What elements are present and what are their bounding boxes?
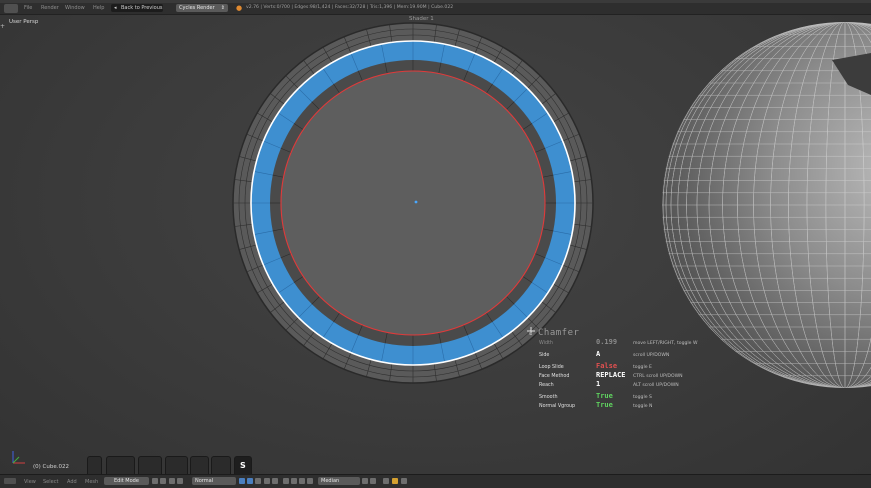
snap-element-icon[interactable]: [272, 478, 278, 484]
back-to-previous-button[interactable]: ◂ Back to Previous: [111, 4, 163, 12]
chamfer-operator-panel: ▸ Chamfer Width 0.199 move LEFT/RIGHT, tog…: [528, 327, 708, 417]
render-preview-icon[interactable]: [383, 478, 389, 484]
menu-select[interactable]: Select: [43, 479, 58, 485]
operator-row-hint: toggle N: [633, 404, 653, 409]
blender-icon: ●: [236, 4, 243, 12]
collapse-icon[interactable]: ▸: [529, 330, 532, 337]
object-label: (0) Cube.022: [33, 464, 69, 470]
scene-stats: v2.76 | Verts:0/700 | Edges:98/1,424 | F…: [246, 5, 454, 10]
menu-view[interactable]: View: [24, 479, 36, 485]
face-select-icon[interactable]: [255, 478, 261, 484]
operator-row-hint: toggle E: [633, 365, 652, 370]
toolbox-s-label: S: [240, 461, 246, 470]
pivot-icon[interactable]: [169, 478, 175, 484]
dropdown-arrow-icon: ⇕: [220, 5, 225, 11]
snap-target-icon[interactable]: [370, 478, 376, 484]
occlude-icon[interactable]: [264, 478, 270, 484]
back-to-previous-label: Back to Previous: [121, 5, 163, 11]
menu-add[interactable]: Add: [67, 479, 77, 485]
menu-help[interactable]: Help: [93, 5, 104, 11]
operator-row: Width 0.199 move LEFT/RIGHT, toggle W: [539, 338, 698, 346]
operator-row-label: Loop Slide: [539, 365, 564, 370]
render-engine-label: Cycles Render: [179, 5, 215, 11]
shading-icon[interactable]: [152, 478, 158, 484]
operator-row-label: Smooth: [539, 395, 558, 400]
operator-row-value: 0.199: [596, 338, 618, 346]
operator-row-label: Side: [539, 353, 550, 358]
menu-mesh[interactable]: Mesh: [85, 479, 98, 485]
back-icon: ◂: [114, 5, 117, 11]
inner-face-seam: [280, 70, 546, 336]
operator-row-label: Normal Vgroup: [539, 404, 576, 409]
layer-icon[interactable]: [299, 478, 305, 484]
operator-row-label: Width: [539, 341, 553, 346]
operator-row-hint: scroll UP/DOWN: [633, 353, 670, 358]
pivot-label: Median: [321, 478, 340, 484]
camera-icon[interactable]: [392, 478, 398, 484]
operator-title: Chamfer: [538, 328, 580, 338]
operator-row: Face Method REPLACE CTRL scroll UP/DOWN: [539, 371, 683, 379]
viewport-shade-icon[interactable]: [160, 478, 166, 484]
orientation-select[interactable]: Normal: [192, 477, 236, 485]
operator-row-hint: toggle S: [633, 395, 652, 400]
3d-viewport[interactable]: User Persp Shader 1 + +: [0, 15, 871, 477]
info-header: File Render Window Help ◂ Back to Previo…: [0, 3, 871, 15]
operator-row-value: A: [596, 350, 601, 358]
viewport-header: View Select Add Mesh Edit Mode Normal Me…: [0, 474, 871, 488]
blender-window: File Render Window Help ◂ Back to Previo…: [0, 0, 871, 488]
snap-icon[interactable]: [362, 478, 368, 484]
more-icon[interactable]: [401, 478, 407, 484]
editor-type-icon[interactable]: [4, 478, 16, 484]
menu-window[interactable]: Window: [65, 5, 85, 11]
menu-file[interactable]: File: [24, 5, 32, 11]
operator-row-label: Reach: [539, 383, 554, 388]
operator-row-value: True: [596, 392, 613, 400]
mode-select[interactable]: Edit Mode: [104, 477, 149, 485]
operator-row: Loop Slide False toggle E: [539, 362, 652, 370]
orientation-label: Normal: [195, 478, 214, 484]
proportional-icon[interactable]: [283, 478, 289, 484]
operator-row-hint: ALT scroll UP/DOWN: [633, 383, 679, 388]
operator-row: Smooth True toggle S: [539, 392, 652, 400]
falloff-icon[interactable]: [291, 478, 297, 484]
operator-row: Side Ascroll UP/DOWN: [539, 350, 669, 358]
axis-gizmo-icon: [12, 451, 25, 464]
render-engine-select[interactable]: Cycles Render ⇕: [176, 4, 228, 12]
operator-row-label: Face Method: [539, 374, 570, 379]
edge-select-icon[interactable]: [247, 478, 253, 484]
mode-label: Edit Mode: [114, 478, 139, 484]
operator-row-hint: CTRL scroll UP/DOWN: [633, 374, 683, 379]
operator-row: Normal Vgroup True toggle N: [539, 401, 652, 409]
operator-row-value: 1: [596, 380, 601, 388]
operator-row-value: False: [596, 362, 618, 370]
mesh-canvas: [12, 22, 871, 464]
operator-row-hint: move LEFT/RIGHT, toggle W: [633, 341, 698, 346]
operator-row-value: True: [596, 401, 613, 409]
face-center-dot: [414, 200, 418, 204]
layer-2-icon[interactable]: [307, 478, 313, 484]
vertex-select-icon[interactable]: [239, 478, 245, 484]
editor-type-icon[interactable]: [4, 4, 18, 13]
pivot-select[interactable]: Median: [318, 477, 360, 485]
operator-row-value: REPLACE: [596, 371, 626, 379]
manipulator-icon[interactable]: [177, 478, 183, 484]
menu-render[interactable]: Render: [41, 5, 59, 11]
operator-row: Reach 1 ALT scroll UP/DOWN: [539, 380, 679, 388]
